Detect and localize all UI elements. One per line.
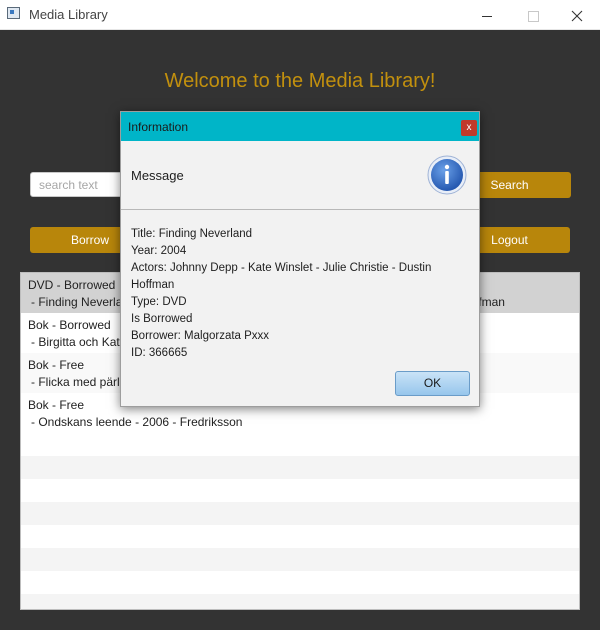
close-icon	[571, 10, 583, 22]
information-dialog: Information x Message Title: Finding Nev…	[120, 111, 480, 407]
dialog-line-actors: Actors: Johnny Depp - Kate Winslet - Jul…	[131, 262, 432, 291]
dialog-header: Message	[121, 141, 479, 210]
empty-row	[21, 456, 579, 479]
app-window-icon	[7, 7, 20, 19]
maximize-icon	[527, 10, 539, 22]
dialog-line-borrower: Borrower: Malgorzata Pxxx	[131, 330, 270, 342]
dialog-titlebar: Information x	[121, 112, 479, 141]
information-icon	[427, 155, 467, 195]
dialog-close-button[interactable]: x	[461, 120, 477, 136]
window-titlebar: Media Library	[0, 0, 600, 30]
dialog-line-title: Title: Finding Neverland	[131, 228, 253, 240]
dialog-line-id: ID: 366665	[131, 347, 188, 359]
dialog-message-body: Title: Finding Neverland Year: 2004 Acto…	[131, 226, 471, 362]
ok-button[interactable]: OK	[395, 371, 470, 396]
dialog-line-status: Is Borrowed	[131, 313, 193, 325]
empty-row	[21, 594, 579, 609]
search-input[interactable]	[30, 172, 130, 197]
dialog-line-type: Type: DVD	[131, 296, 187, 308]
dialog-line-year: Year: 2004	[131, 245, 187, 257]
minimize-icon	[482, 15, 492, 17]
dialog-title: Information	[128, 120, 189, 134]
empty-row	[21, 502, 579, 525]
maximize-button[interactable]	[510, 0, 556, 30]
dialog-header-text: Message	[131, 168, 184, 183]
empty-row	[21, 525, 579, 548]
empty-row	[21, 571, 579, 594]
minimize-button[interactable]	[464, 0, 510, 30]
empty-row	[21, 479, 579, 502]
empty-row	[21, 548, 579, 571]
list-item-details: - Ondskans leende - 2006 - Fredriksson	[31, 415, 243, 429]
empty-row	[21, 433, 579, 456]
window-title: Media Library	[29, 7, 108, 22]
close-window-button[interactable]	[554, 0, 600, 30]
welcome-heading: Welcome to the Media Library!	[164, 70, 436, 92]
